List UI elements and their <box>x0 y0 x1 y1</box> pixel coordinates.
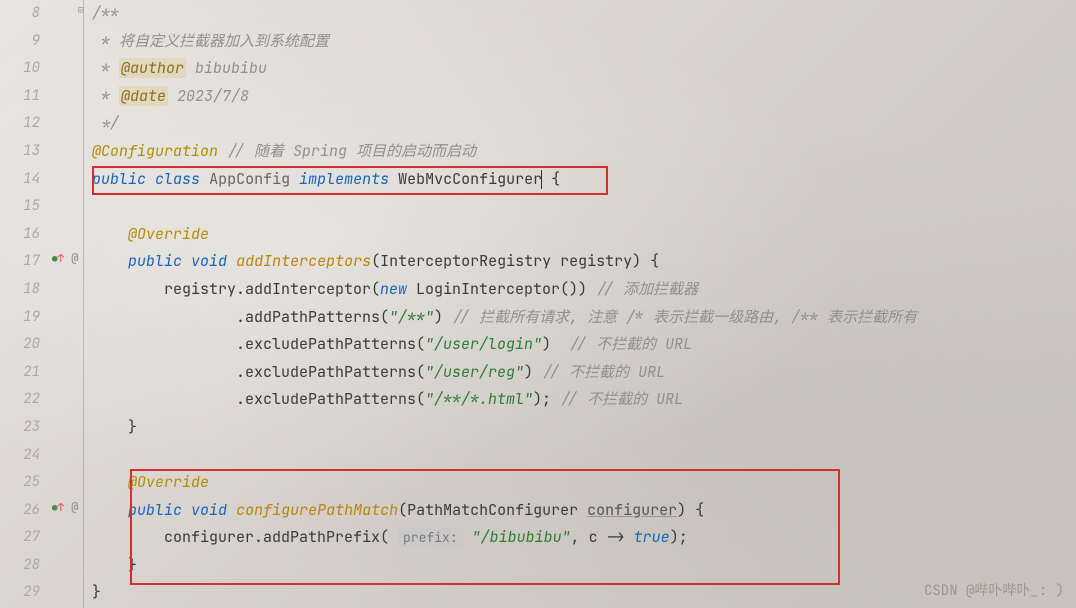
annotation-override: @Override <box>128 224 209 244</box>
comment: // 不拦截的 URL <box>560 389 683 409</box>
line-number: 14 <box>0 166 40 194</box>
keyword-true: true <box>634 527 670 547</box>
method-configurePathMatch: configurePathMatch <box>236 500 398 520</box>
brace: } <box>128 417 137 437</box>
line-number: 24 <box>0 442 40 470</box>
keyword-class: class <box>155 169 200 189</box>
annotation-override: @Override <box>128 472 209 492</box>
param-hint-prefix: prefix: <box>398 528 463 547</box>
override-gutter-icon[interactable]: ●↑ @ <box>52 250 78 266</box>
line-number: 20 <box>0 331 40 359</box>
line-number: 10 <box>0 55 40 83</box>
string-literal: "/**" <box>389 307 434 327</box>
params: (InterceptorRegistry registry) { <box>371 251 659 271</box>
comment: */ <box>92 113 119 133</box>
annotation-configuration: @Configuration <box>92 141 218 161</box>
line-number: 9 <box>0 28 40 56</box>
fold-toggle-icon[interactable]: ⊟ <box>78 3 84 16</box>
line-number: 28 <box>0 552 40 580</box>
code-editor[interactable]: 8 9 10 11 12 13 14 15 16 17 18 19 20 21 … <box>0 0 1076 608</box>
interface-name: WebMvcConfigurer <box>398 169 542 189</box>
override-gutter-icon[interactable]: ●↑ @ <box>52 499 78 515</box>
code-area[interactable]: /** * 将自定义拦截器加入到系统配置 * @author bibubibu … <box>92 0 1076 608</box>
string-literal: "/user/reg" <box>425 362 524 382</box>
comment: // 不拦截的 URL <box>569 334 692 354</box>
line-number: 8 <box>0 0 40 28</box>
keyword-public: public <box>92 169 146 189</box>
line-number: 26 <box>0 497 40 525</box>
keyword-void: void <box>191 251 227 271</box>
line-number: 18 <box>0 276 40 304</box>
gutter-icons-column: ●↑ @ ●↑ @ <box>50 0 80 608</box>
class-name: AppConfig <box>209 169 290 189</box>
javadoc-author-tag: @author <box>119 58 186 78</box>
line-number: 19 <box>0 304 40 332</box>
comment: // 随着 Spring 项目的启动而启动 <box>227 141 476 161</box>
line-number: 25 <box>0 469 40 497</box>
string-literal: "/bibubibu" <box>463 527 571 547</box>
comment: /** <box>92 3 119 23</box>
javadoc-date-tag: @date <box>119 86 168 106</box>
line-number: 12 <box>0 110 40 138</box>
line-number: 23 <box>0 414 40 442</box>
keyword-public: public <box>128 251 182 271</box>
fold-bar: ⊟ <box>80 0 92 608</box>
line-number: 13 <box>0 138 40 166</box>
watermark: CSDN @哔卟哔卟_: ) <box>924 580 1064 600</box>
comment: // 不拦截的 URL <box>542 362 665 382</box>
line-number: 21 <box>0 359 40 387</box>
keyword-void: void <box>191 500 227 520</box>
line-number-gutter: 8 9 10 11 12 13 14 15 16 17 18 19 20 21 … <box>0 0 50 608</box>
line-number: 15 <box>0 193 40 221</box>
keyword-public: public <box>128 500 182 520</box>
keyword-implements: implements <box>299 169 389 189</box>
comment: * 将自定义拦截器加入到系统配置 <box>92 31 329 51</box>
comment: // 添加拦截器 <box>596 279 698 299</box>
keyword-new: new <box>380 279 407 299</box>
param-configurer: configurer <box>587 500 677 520</box>
method-addInterceptors: addInterceptors <box>236 251 371 271</box>
brace: } <box>128 555 137 575</box>
line-number: 27 <box>0 524 40 552</box>
string-literal: "/user/login" <box>425 334 542 354</box>
line-number: 11 <box>0 83 40 111</box>
line-number: 22 <box>0 386 40 414</box>
comment: * @author bibubibu <box>92 58 267 78</box>
comment: * @date 2023/7/8 <box>92 86 249 106</box>
brace: } <box>92 582 101 602</box>
line-number: 29 <box>0 579 40 607</box>
comment: // 拦截所有请求, 注意 /* 表示拦截一级路由, /** 表示拦截所有 <box>452 307 917 327</box>
string-literal: "/**/*.html" <box>425 389 533 409</box>
line-number: 17 <box>0 248 40 276</box>
line-number: 16 <box>0 221 40 249</box>
